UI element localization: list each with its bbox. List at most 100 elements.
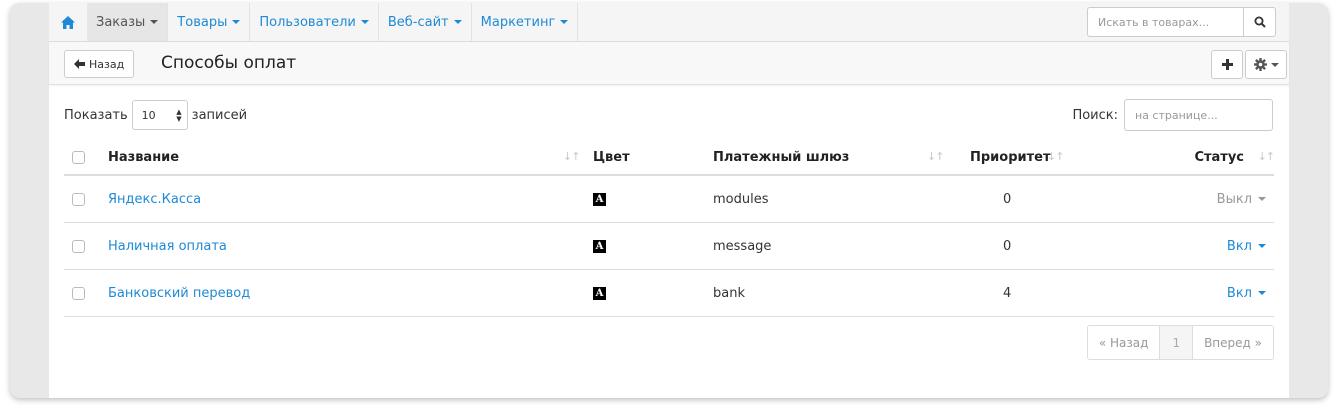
table-header-row: Название ↓↑ Цвет Платежный шлюз ↓↑ Приор…	[64, 141, 1275, 176]
status-label: Вкл	[1226, 285, 1252, 301]
settings-dropdown-button[interactable]	[1245, 50, 1287, 79]
payment-method-link[interactable]: Банковский перевод	[108, 286, 250, 301]
row-checkbox[interactable]	[72, 286, 85, 300]
table-row: Банковский перевод A bank 4 Вкл	[64, 270, 1274, 317]
caret-down-icon	[1258, 291, 1266, 295]
column-header-label: Цвет	[593, 150, 630, 165]
caret-down-icon	[1258, 244, 1266, 248]
show-label: Показать	[64, 107, 128, 123]
gateway-cell: bank	[713, 285, 745, 301]
row-checkbox[interactable]	[72, 192, 85, 206]
status-dropdown[interactable]: Вкл	[1227, 223, 1266, 269]
nav-item-label: Товары	[177, 14, 228, 30]
pagination-prev[interactable]: « Назад	[1087, 326, 1161, 359]
back-button[interactable]: Назад	[64, 50, 135, 78]
sort-icon[interactable]: ↓↑	[1258, 150, 1275, 163]
nav-item-products[interactable]: Товары	[168, 3, 251, 41]
caret-down-icon	[150, 20, 159, 24]
column-header-name[interactable]: Название	[108, 141, 179, 174]
select-arrows-icon: ▲ ▼	[176, 108, 182, 123]
home-icon	[61, 15, 75, 29]
sort-icon[interactable]: ↓↑	[927, 150, 944, 163]
column-header-label: Приоритет	[970, 150, 1051, 165]
select-all-cell	[72, 141, 85, 174]
column-header-label: Название	[108, 150, 180, 165]
search-icon	[1254, 16, 1266, 28]
nav-item-label: Веб-сайт	[387, 14, 449, 30]
app-panel: Заказы Товары Пользователи Веб-сайт Марк…	[49, 3, 1289, 398]
payment-method-link[interactable]: Яндекс.Касса	[108, 192, 201, 207]
color-swatch: A	[593, 286, 606, 300]
nav-item-label: Заказы	[96, 14, 146, 30]
priority-cell: 0	[1003, 238, 1012, 254]
caret-down-icon	[560, 20, 569, 24]
payment-methods-table: Название ↓↑ Цвет Платежный шлюз ↓↑ Приор…	[64, 141, 1275, 317]
status-dropdown[interactable]: Выкл	[1217, 176, 1266, 222]
priority-cell: 0	[1003, 191, 1012, 207]
product-search-button[interactable]	[1243, 7, 1276, 37]
caret-down-icon	[232, 20, 241, 24]
pagination-page[interactable]: 1	[1160, 326, 1194, 359]
caret-down-icon	[453, 20, 462, 24]
page-length-control: Показать 10 ▲ ▼ записей	[64, 100, 247, 130]
back-button-label: Назад	[89, 57, 125, 71]
color-cell: A	[593, 270, 606, 316]
priority-cell: 4	[1003, 285, 1012, 301]
row-checkbox[interactable]	[72, 239, 85, 253]
color-swatch: A	[593, 239, 606, 253]
nav-item-orders[interactable]: Заказы	[87, 3, 169, 41]
caret-down-icon	[1270, 62, 1279, 67]
records-label: записей	[191, 107, 248, 123]
column-header-status[interactable]: Статус	[1194, 141, 1244, 174]
caret-down-icon	[1258, 197, 1266, 201]
name-cell: Наличная оплата	[108, 223, 227, 269]
page-header: Назад Способы оплат	[49, 42, 1289, 85]
add-button[interactable]	[1211, 50, 1243, 79]
page-title: Способы оплат	[161, 53, 297, 73]
color-swatch: A	[593, 192, 606, 206]
column-header-color: Цвет	[593, 141, 630, 174]
table-search-input[interactable]	[1124, 99, 1273, 131]
gear-icon	[1253, 58, 1267, 71]
payment-method-link[interactable]: Наличная оплата	[108, 239, 227, 254]
status-label: Вкл	[1226, 238, 1252, 254]
pagination-next[interactable]: Вперед »	[1193, 326, 1273, 359]
status-dropdown[interactable]: Вкл	[1227, 270, 1266, 316]
home-button[interactable]	[49, 3, 87, 41]
nav-item-label: Маркетинг	[480, 14, 556, 30]
color-cell: A	[593, 176, 606, 222]
table-row: Яндекс.Касса A modules 0 Выкл	[64, 176, 1274, 223]
nav-item-website[interactable]: Веб-сайт	[379, 3, 472, 41]
gateway-cell: message	[713, 238, 772, 254]
top-navbar: Заказы Товары Пользователи Веб-сайт Марк…	[49, 3, 1289, 42]
plus-icon	[1221, 59, 1233, 70]
page-length-value: 10	[141, 108, 156, 122]
select-all-checkbox[interactable]	[72, 151, 85, 164]
table-row: Наличная оплата A message 0 Вкл	[64, 223, 1274, 270]
table-search: Поиск:	[1072, 99, 1273, 131]
product-search	[1087, 7, 1276, 37]
name-cell: Яндекс.Касса	[108, 176, 201, 222]
status-label: Выкл	[1216, 191, 1252, 207]
row-select-cell	[72, 223, 85, 269]
caret-down-icon	[360, 20, 369, 24]
nav-item-users[interactable]: Пользователи	[250, 3, 379, 41]
nav-menu: Заказы Товары Пользователи Веб-сайт Марк…	[87, 3, 579, 41]
product-search-input[interactable]	[1087, 7, 1243, 37]
row-select-cell	[72, 176, 85, 222]
column-header-priority[interactable]: Приоритет	[970, 141, 1051, 174]
pagination: « Назад 1 Вперед »	[1086, 325, 1274, 360]
column-header-label: Статус	[1194, 150, 1244, 165]
gateway-cell: modules	[713, 191, 769, 207]
window-frame: Заказы Товары Пользователи Веб-сайт Марк…	[10, 3, 1328, 398]
page-length-select[interactable]: 10 ▲ ▼	[131, 100, 188, 130]
name-cell: Банковский перевод	[108, 270, 250, 316]
sort-icon[interactable]: ↓↑	[563, 150, 580, 163]
column-header-label: Платежный шлюз	[713, 150, 850, 165]
sort-icon[interactable]: ↓↑	[1047, 150, 1064, 163]
nav-item-marketing[interactable]: Маркетинг	[472, 3, 579, 41]
arrow-left-icon	[74, 59, 85, 69]
nav-item-label: Пользователи	[259, 14, 356, 30]
row-select-cell	[72, 270, 85, 316]
column-header-gateway[interactable]: Платежный шлюз	[713, 141, 849, 174]
